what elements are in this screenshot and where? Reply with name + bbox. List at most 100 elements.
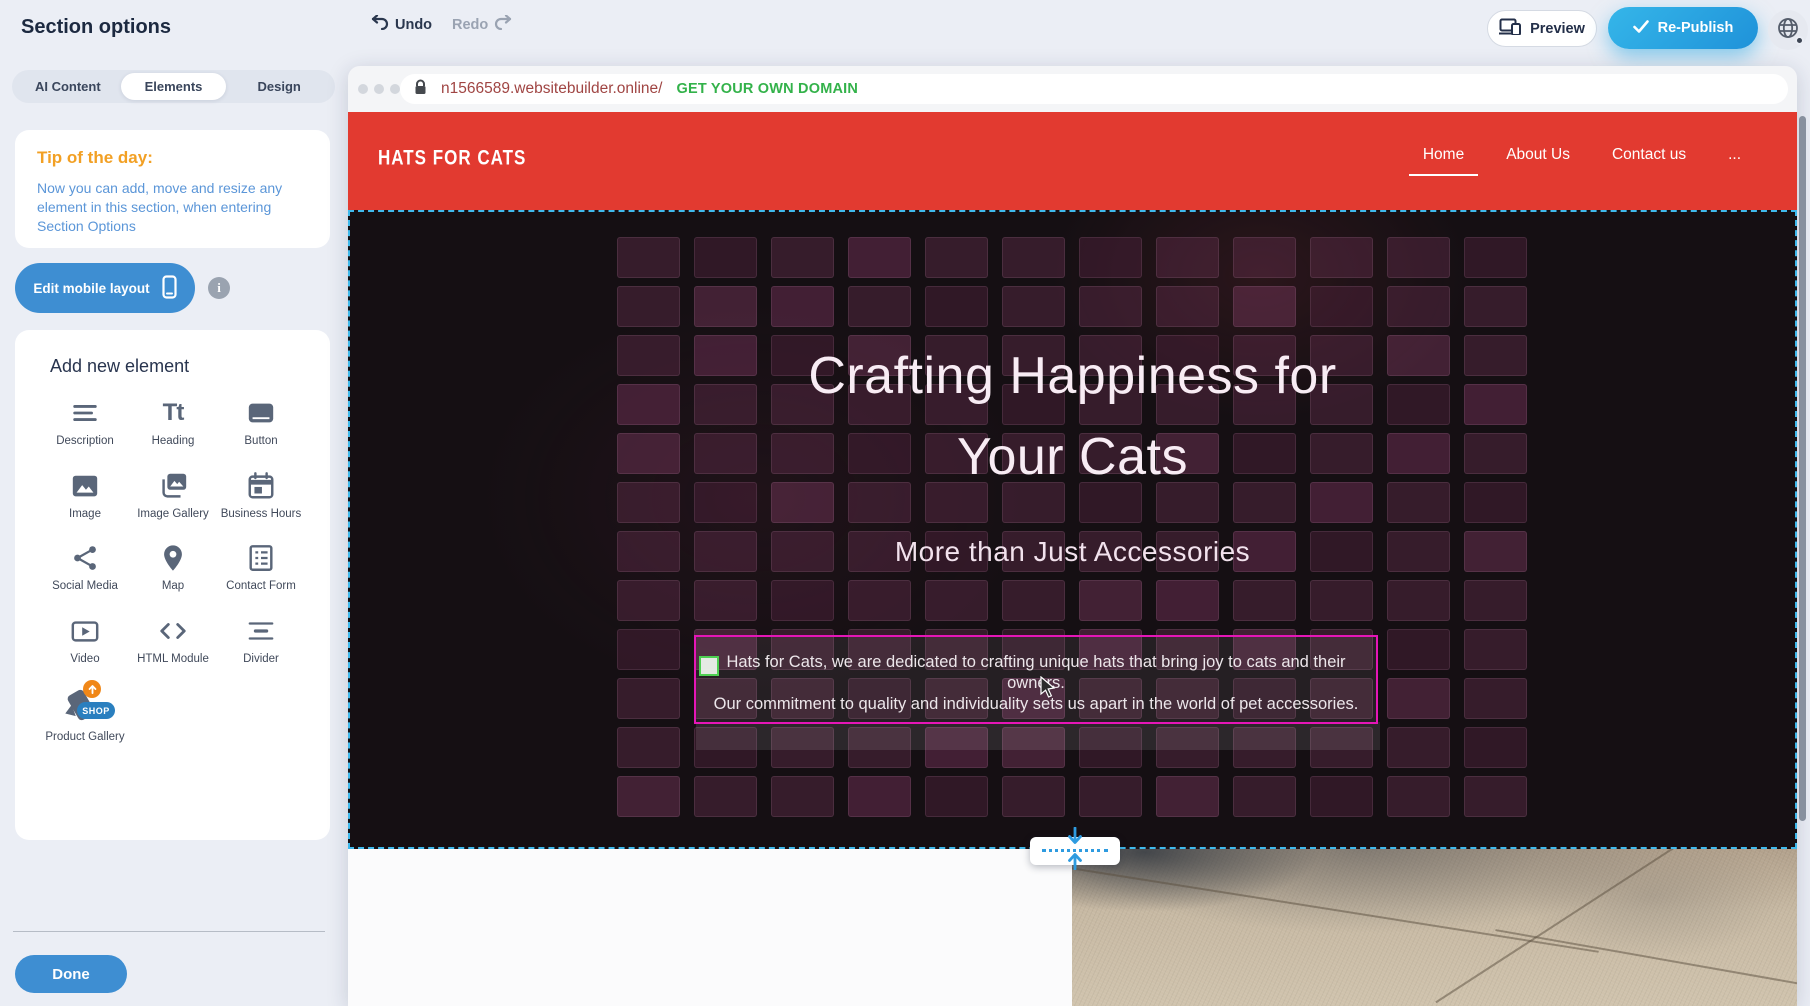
grid-tile xyxy=(1310,286,1373,327)
nav-more-ellipsis[interactable]: ... xyxy=(1724,140,1745,176)
grid-tile xyxy=(1464,286,1527,327)
element-grid: Description Tt Heading Button Image Imag… xyxy=(41,396,305,745)
section-resize-handle[interactable] xyxy=(1030,837,1120,865)
element-contact-form[interactable]: Contact Form xyxy=(217,541,305,594)
grid-tile xyxy=(1310,776,1373,817)
nav-home[interactable]: Home xyxy=(1419,140,1468,176)
grid-tile xyxy=(1233,776,1296,817)
window-dots-icon xyxy=(358,84,400,94)
preview-scrollbar[interactable] xyxy=(1797,112,1807,1006)
scrollbar-thumb[interactable] xyxy=(1799,116,1806,821)
tab-elements[interactable]: Elements xyxy=(121,73,227,100)
product-gallery-icon: SHOP xyxy=(63,686,107,726)
grid-tile xyxy=(617,629,680,670)
grid-tile xyxy=(1233,237,1296,278)
tab-design[interactable]: Design xyxy=(226,73,332,100)
grid-tile xyxy=(925,237,988,278)
grid-tile xyxy=(694,237,757,278)
preview-button[interactable]: Preview xyxy=(1487,10,1597,47)
button-icon xyxy=(244,396,278,430)
grid-tile xyxy=(1387,237,1450,278)
hero-section[interactable]: Crafting Happiness for Your Cats More th… xyxy=(348,210,1797,849)
contact-form-icon xyxy=(244,541,278,575)
grid-tile xyxy=(1387,580,1450,621)
element-highlight-band xyxy=(696,722,1380,750)
site-logo[interactable]: HATS FOR CATS xyxy=(378,146,526,171)
element-image[interactable]: Image xyxy=(41,469,129,522)
grid-tile xyxy=(1079,776,1142,817)
grid-tile xyxy=(1079,237,1142,278)
grid-tile xyxy=(1156,776,1219,817)
grid-tile xyxy=(1464,727,1527,768)
element-image-gallery[interactable]: Image Gallery xyxy=(129,469,217,522)
image-gallery-icon xyxy=(156,469,190,503)
browser-preview: n1566589.websitebuilder.online/ GET YOUR… xyxy=(348,66,1797,1006)
grid-tile xyxy=(848,286,911,327)
language-globe-button[interactable] xyxy=(1768,10,1808,50)
check-icon xyxy=(1633,20,1649,37)
undo-button[interactable]: Undo xyxy=(371,15,432,34)
grid-tile xyxy=(1387,286,1450,327)
grid-tile xyxy=(771,286,834,327)
page-title: Section options xyxy=(21,16,171,39)
site-header: HATS FOR CATS Home About Us Contact us .… xyxy=(348,112,1797,210)
mouse-cursor-icon xyxy=(1040,676,1056,703)
grid-tile xyxy=(617,237,680,278)
element-drag-handle[interactable] xyxy=(699,656,719,676)
element-business-hours[interactable]: Business Hours xyxy=(217,469,305,522)
info-icon[interactable]: i xyxy=(208,277,230,299)
grid-tile xyxy=(617,286,680,327)
address-bar[interactable]: n1566589.websitebuilder.online/ GET YOUR… xyxy=(400,74,1788,104)
element-heading[interactable]: Tt Heading xyxy=(129,396,217,449)
element-product-gallery[interactable]: SHOP Product Gallery xyxy=(41,686,129,745)
selected-text-element[interactable]: Hats for Cats, we are dedicated to craft… xyxy=(694,635,1378,724)
redo-button[interactable]: Redo xyxy=(452,15,512,34)
grid-tile xyxy=(1310,237,1373,278)
site-nav: Home About Us Contact us ... xyxy=(1419,140,1745,176)
element-social-media[interactable]: Social Media xyxy=(41,541,129,594)
hero-subheading[interactable]: More than Just Accessories xyxy=(350,536,1795,568)
nav-about-us[interactable]: About Us xyxy=(1502,140,1574,176)
arrow-down-icon xyxy=(1067,827,1083,851)
tab-ai-content[interactable]: AI Content xyxy=(15,73,121,100)
hero-heading[interactable]: Crafting Happiness for Your Cats xyxy=(350,336,1795,498)
grid-tile xyxy=(617,678,680,719)
grid-tile xyxy=(1156,580,1219,621)
grid-tile xyxy=(925,286,988,327)
shop-badge: SHOP xyxy=(77,702,115,719)
undo-icon xyxy=(371,15,389,34)
arrow-up-icon xyxy=(1067,851,1083,875)
redo-icon xyxy=(494,15,512,34)
grid-tile xyxy=(694,580,757,621)
edit-mobile-layout-button[interactable]: Edit mobile layout xyxy=(15,263,195,313)
element-video[interactable]: Video xyxy=(41,614,129,667)
heading-icon: Tt xyxy=(156,396,190,430)
grid-tile xyxy=(848,237,911,278)
grid-tile xyxy=(1310,580,1373,621)
element-html-module[interactable]: HTML Module xyxy=(129,614,217,667)
grid-tile xyxy=(694,776,757,817)
grid-tile xyxy=(1233,580,1296,621)
grid-tile xyxy=(1387,678,1450,719)
republish-button[interactable]: Re-Publish xyxy=(1608,7,1758,49)
element-description[interactable]: Description xyxy=(41,396,129,449)
grid-tile xyxy=(1002,237,1065,278)
grid-tile xyxy=(1002,580,1065,621)
grid-tile xyxy=(848,580,911,621)
grid-tile xyxy=(771,776,834,817)
grid-tile xyxy=(1464,237,1527,278)
tab-bar: AI Content Elements Design xyxy=(12,70,335,103)
get-domain-link[interactable]: GET YOUR OWN DOMAIN xyxy=(676,81,858,97)
browser-chrome: n1566589.websitebuilder.online/ GET YOUR… xyxy=(348,66,1797,112)
grid-tile xyxy=(1156,237,1219,278)
grid-tile xyxy=(1002,286,1065,327)
divider-icon xyxy=(244,614,278,648)
element-button[interactable]: Button xyxy=(217,396,305,449)
done-button[interactable]: Done xyxy=(15,955,127,993)
nav-contact-us[interactable]: Contact us xyxy=(1608,140,1690,176)
grid-tile xyxy=(1002,776,1065,817)
element-divider[interactable]: Divider xyxy=(217,614,305,667)
devices-icon xyxy=(1499,18,1521,39)
element-map[interactable]: Map xyxy=(129,541,217,594)
lock-icon xyxy=(414,79,427,100)
